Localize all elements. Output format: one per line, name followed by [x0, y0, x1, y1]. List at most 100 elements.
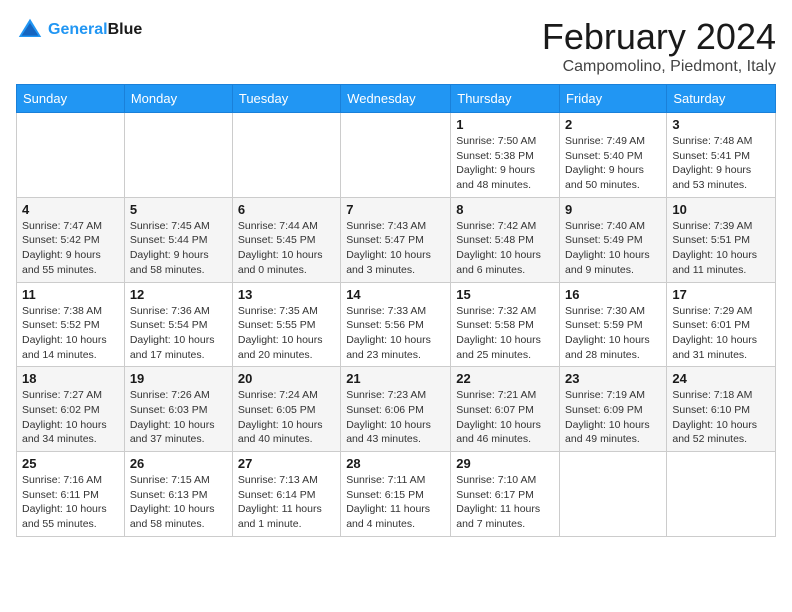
- calendar-cell: 3Sunrise: 7:48 AMSunset: 5:41 PMDaylight…: [667, 113, 776, 198]
- day-info: Sunrise: 7:24 AMSunset: 6:05 PMDaylight:…: [238, 388, 335, 447]
- calendar-cell: 22 Sunrise: 7:21 AMSunset: 6:07 PMDayligh…: [451, 367, 560, 452]
- day-number: 13: [238, 287, 335, 302]
- weekday-header-monday: Monday: [124, 85, 232, 113]
- calendar-cell: 16 Sunrise: 7:30 AMSunset: 5:59 PMDayligh…: [560, 282, 667, 367]
- calendar-table: SundayMondayTuesdayWednesdayThursdayFrid…: [16, 84, 776, 537]
- day-number: 10: [672, 202, 770, 217]
- day-info: Sunrise: 7:11 AMSunset: 6:15 PMDaylight:…: [346, 473, 445, 532]
- day-info: Sunrise: 7:15 AMSunset: 6:13 PMDaylight:…: [130, 473, 227, 532]
- calendar-cell: 29 Sunrise: 7:10 AMSunset: 6:17 PMDayligh…: [451, 452, 560, 537]
- day-number: 5: [130, 202, 227, 217]
- day-info: Sunrise: 7:44 AMSunset: 5:45 PMDaylight:…: [238, 219, 335, 278]
- day-number: 20: [238, 371, 335, 386]
- calendar-cell: [667, 452, 776, 537]
- weekday-header-sunday: Sunday: [17, 85, 125, 113]
- day-number: 15: [456, 287, 554, 302]
- calendar-cell: 2Sunrise: 7:49 AMSunset: 5:40 PMDaylight…: [560, 113, 667, 198]
- day-info: Sunrise: 7:10 AMSunset: 6:17 PMDaylight:…: [456, 473, 554, 532]
- calendar-cell: 7 Sunrise: 7:43 AMSunset: 5:47 PMDaylight…: [341, 197, 451, 282]
- day-number: 9: [565, 202, 661, 217]
- day-info: Sunrise: 7:29 AMSunset: 6:01 PMDaylight:…: [672, 304, 770, 363]
- day-number: 4: [22, 202, 119, 217]
- calendar-cell: 24 Sunrise: 7:18 AMSunset: 6:10 PMDayligh…: [667, 367, 776, 452]
- day-info: Sunrise: 7:39 AMSunset: 5:51 PMDaylight:…: [672, 219, 770, 278]
- logo-icon: [16, 16, 44, 44]
- day-number: 8: [456, 202, 554, 217]
- page-header: GeneralBlue February 2024 Campomolino, P…: [16, 16, 776, 76]
- calendar-week-row: 18Sunrise: 7:27 AMSunset: 6:02 PMDayligh…: [17, 367, 776, 452]
- weekday-header-saturday: Saturday: [667, 85, 776, 113]
- location-subtitle: Campomolino, Piedmont, Italy: [542, 58, 776, 76]
- title-area: February 2024 Campomolino, Piedmont, Ita…: [542, 16, 776, 76]
- calendar-cell: 23 Sunrise: 7:19 AMSunset: 6:09 PMDayligh…: [560, 367, 667, 452]
- calendar-cell: [560, 452, 667, 537]
- day-info: Sunrise: 7:32 AMSunset: 5:58 PMDaylight:…: [456, 304, 554, 363]
- calendar-cell: 5 Sunrise: 7:45 AMSunset: 5:44 PMDaylight…: [124, 197, 232, 282]
- day-info: Sunrise: 7:18 AMSunset: 6:10 PMDaylight:…: [672, 388, 770, 447]
- calendar-cell: [232, 113, 340, 198]
- day-number: 7: [346, 202, 445, 217]
- calendar-cell: 27 Sunrise: 7:13 AMSunset: 6:14 PMDayligh…: [232, 452, 340, 537]
- day-number: 3: [672, 117, 770, 132]
- calendar-cell: [124, 113, 232, 198]
- day-info: Sunrise: 7:21 AMSunset: 6:07 PMDaylight:…: [456, 388, 554, 447]
- day-info: Sunrise: 7:16 AMSunset: 6:11 PMDaylight:…: [22, 473, 119, 532]
- calendar-cell: 9 Sunrise: 7:40 AMSunset: 5:49 PMDaylight…: [560, 197, 667, 282]
- calendar-cell: [341, 113, 451, 198]
- day-number: 11: [22, 287, 119, 302]
- calendar-cell: 28 Sunrise: 7:11 AMSunset: 6:15 PMDayligh…: [341, 452, 451, 537]
- day-number: 27: [238, 456, 335, 471]
- day-info: Sunrise: 7:47 AMSunset: 5:42 PMDaylight:…: [22, 219, 119, 278]
- calendar-cell: 13 Sunrise: 7:35 AMSunset: 5:55 PMDayligh…: [232, 282, 340, 367]
- calendar-cell: 21Sunrise: 7:23 AMSunset: 6:06 PMDayligh…: [341, 367, 451, 452]
- day-number: 28: [346, 456, 445, 471]
- calendar-cell: 6Sunrise: 7:44 AMSunset: 5:45 PMDaylight…: [232, 197, 340, 282]
- day-number: 29: [456, 456, 554, 471]
- calendar-cell: 15 Sunrise: 7:32 AMSunset: 5:58 PMDayligh…: [451, 282, 560, 367]
- day-number: 25: [22, 456, 119, 471]
- day-number: 21: [346, 371, 445, 386]
- calendar-cell: 17 Sunrise: 7:29 AMSunset: 6:01 PMDayligh…: [667, 282, 776, 367]
- day-info: Sunrise: 7:33 AMSunset: 5:56 PMDaylight:…: [346, 304, 445, 363]
- day-number: 1: [456, 117, 554, 132]
- day-number: 16: [565, 287, 661, 302]
- calendar-cell: [17, 113, 125, 198]
- calendar-cell: 14 Sunrise: 7:33 AMSunset: 5:56 PMDayligh…: [341, 282, 451, 367]
- calendar-week-row: 1Sunrise: 7:50 AMSunset: 5:38 PMDaylight…: [17, 113, 776, 198]
- day-info: Sunrise: 7:40 AMSunset: 5:49 PMDaylight:…: [565, 219, 661, 278]
- day-info: Sunrise: 7:36 AMSunset: 5:54 PMDaylight:…: [130, 304, 227, 363]
- day-number: 24: [672, 371, 770, 386]
- calendar-cell: 8 Sunrise: 7:42 AMSunset: 5:48 PMDaylight…: [451, 197, 560, 282]
- day-number: 23: [565, 371, 661, 386]
- day-number: 14: [346, 287, 445, 302]
- day-info: Sunrise: 7:45 AMSunset: 5:44 PMDaylight:…: [130, 219, 227, 278]
- logo: GeneralBlue: [16, 16, 142, 44]
- day-number: 22: [456, 371, 554, 386]
- calendar-cell: 25 Sunrise: 7:16 AMSunset: 6:11 PMDayligh…: [17, 452, 125, 537]
- day-number: 26: [130, 456, 227, 471]
- day-number: 12: [130, 287, 227, 302]
- day-info: Sunrise: 7:35 AMSunset: 5:55 PMDaylight:…: [238, 304, 335, 363]
- calendar-cell: 1Sunrise: 7:50 AMSunset: 5:38 PMDaylight…: [451, 113, 560, 198]
- weekday-header-friday: Friday: [560, 85, 667, 113]
- calendar-week-row: 4 Sunrise: 7:47 AMSunset: 5:42 PMDaylight…: [17, 197, 776, 282]
- calendar-cell: 19 Sunrise: 7:26 AMSunset: 6:03 PMDayligh…: [124, 367, 232, 452]
- day-info: Sunrise: 7:42 AMSunset: 5:48 PMDaylight:…: [456, 219, 554, 278]
- day-number: 19: [130, 371, 227, 386]
- day-number: 17: [672, 287, 770, 302]
- day-info: Sunrise: 7:38 AMSunset: 5:52 PMDaylight:…: [22, 304, 119, 363]
- calendar-cell: 12 Sunrise: 7:36 AMSunset: 5:54 PMDayligh…: [124, 282, 232, 367]
- day-info: Sunrise: 7:13 AMSunset: 6:14 PMDaylight:…: [238, 473, 335, 532]
- day-info: Sunrise: 7:19 AMSunset: 6:09 PMDaylight:…: [565, 388, 661, 447]
- calendar-cell: 10 Sunrise: 7:39 AMSunset: 5:51 PMDayligh…: [667, 197, 776, 282]
- month-year-title: February 2024: [542, 16, 776, 58]
- weekday-header-row: SundayMondayTuesdayWednesdayThursdayFrid…: [17, 85, 776, 113]
- day-info: Sunrise: 7:26 AMSunset: 6:03 PMDaylight:…: [130, 388, 227, 447]
- calendar-cell: 11 Sunrise: 7:38 AMSunset: 5:52 PMDayligh…: [17, 282, 125, 367]
- logo-line1: GeneralBlue: [48, 21, 142, 39]
- day-info: Sunrise: 7:30 AMSunset: 5:59 PMDaylight:…: [565, 304, 661, 363]
- calendar-week-row: 25 Sunrise: 7:16 AMSunset: 6:11 PMDayligh…: [17, 452, 776, 537]
- day-info: Sunrise: 7:43 AMSunset: 5:47 PMDaylight:…: [346, 219, 445, 278]
- weekday-header-tuesday: Tuesday: [232, 85, 340, 113]
- day-number: 18: [22, 371, 119, 386]
